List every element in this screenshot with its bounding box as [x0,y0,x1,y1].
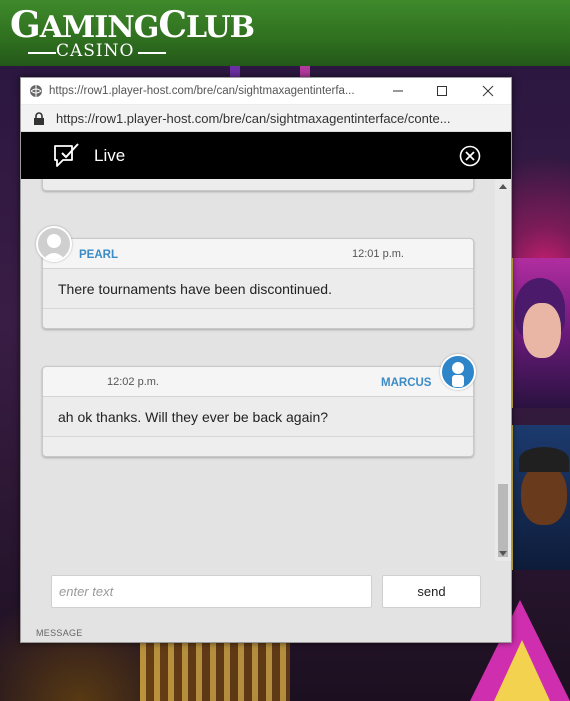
background-lights [140,640,290,701]
chat-title: Live [94,146,126,165]
message-footer [43,308,473,328]
message-card-agent: PEARL 12:01 p.m. There tournaments have … [42,238,474,329]
sender-name: PEARL [79,249,118,261]
chat-header: Live [21,132,511,179]
scroll-up-arrow-icon[interactable] [499,184,507,189]
chat-scrollbar[interactable] [495,179,511,561]
globe-icon [30,85,42,97]
lock-icon [34,112,44,125]
message-input[interactable] [51,575,372,608]
gaming-club-logo[interactable]: GAMINGCLUB CASINO [10,4,255,62]
composer-area: send MESSAGE [21,561,511,642]
background-triangle-inner [494,640,550,701]
message-header: PEARL 12:01 p.m. [43,239,473,269]
scroll-down-arrow-icon[interactable] [499,551,507,556]
game-tile-woman[interactable] [510,258,570,408]
message-header: 12:02 p.m. MARCUS [43,367,473,397]
window-titlebar[interactable]: https://row1.player-host.com/bre/can/sig… [21,78,511,105]
agent-avatar [36,226,72,262]
site-header: GAMINGCLUB CASINO [0,0,570,66]
minimize-button[interactable] [376,78,420,105]
tile-cap [519,447,569,472]
chat-popup-window: https://row1.player-host.com/bre/can/sig… [20,77,512,643]
window-title: https://row1.player-host.com/bre/can/sig… [49,85,355,97]
game-tile-man[interactable] [510,425,570,570]
message-text: There tournaments have been discontinued… [58,281,332,297]
scroll-thumb[interactable] [498,484,508,557]
minimize-icon [393,90,403,92]
window-close-button[interactable] [466,78,510,105]
address-bar[interactable]: https://row1.player-host.com/bre/can/sig… [21,105,511,132]
chat-bubble-check-icon [54,143,79,167]
tile-face [521,465,567,525]
message-footer [43,436,473,456]
message-time: 12:01 p.m. [352,248,404,260]
close-circle-icon[interactable] [459,145,481,167]
previous-message-card [42,179,474,191]
message-text: ah ok thanks. Will they ever be back aga… [58,409,329,425]
send-button[interactable]: send [382,575,481,608]
sender-name: MARCUS [381,377,432,389]
maximize-icon [437,86,447,96]
logo-rule-right [138,52,166,54]
tile-face [523,303,561,358]
chat-transcript[interactable]: PEARL 12:01 p.m. There tournaments have … [21,179,511,561]
close-x-icon [482,85,494,97]
maximize-button[interactable] [420,78,464,105]
message-time: 12:02 p.m. [107,376,159,388]
logo-wordmark: GAMINGCLUB [10,4,255,46]
message-label: MESSAGE [36,628,83,638]
url-text: https://row1.player-host.com/bre/can/sig… [56,111,451,126]
message-card-user: 12:02 p.m. MARCUS ah ok thanks. Will the… [42,366,474,457]
user-avatar [440,354,476,390]
logo-rule-left [28,52,56,54]
logo-subtitle: CASINO [56,41,135,61]
